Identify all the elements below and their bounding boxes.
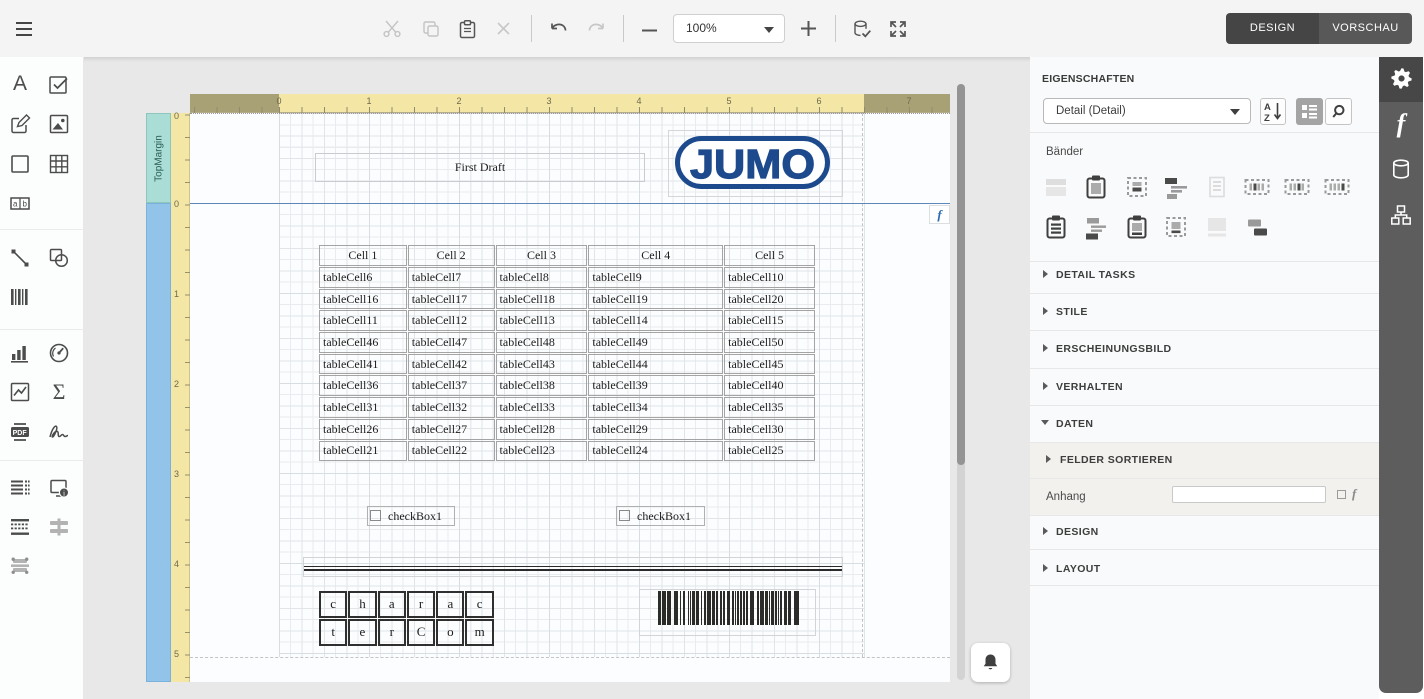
svg-text:A: A xyxy=(1264,102,1271,113)
svg-text:a: a xyxy=(13,200,18,209)
svg-text:b: b xyxy=(23,200,28,209)
svg-text:Z: Z xyxy=(1264,113,1270,124)
svg-text:JUMO: JUMO xyxy=(690,141,815,184)
svg-text:i: i xyxy=(63,489,65,498)
svg-text:PDF: PDF xyxy=(13,430,28,437)
